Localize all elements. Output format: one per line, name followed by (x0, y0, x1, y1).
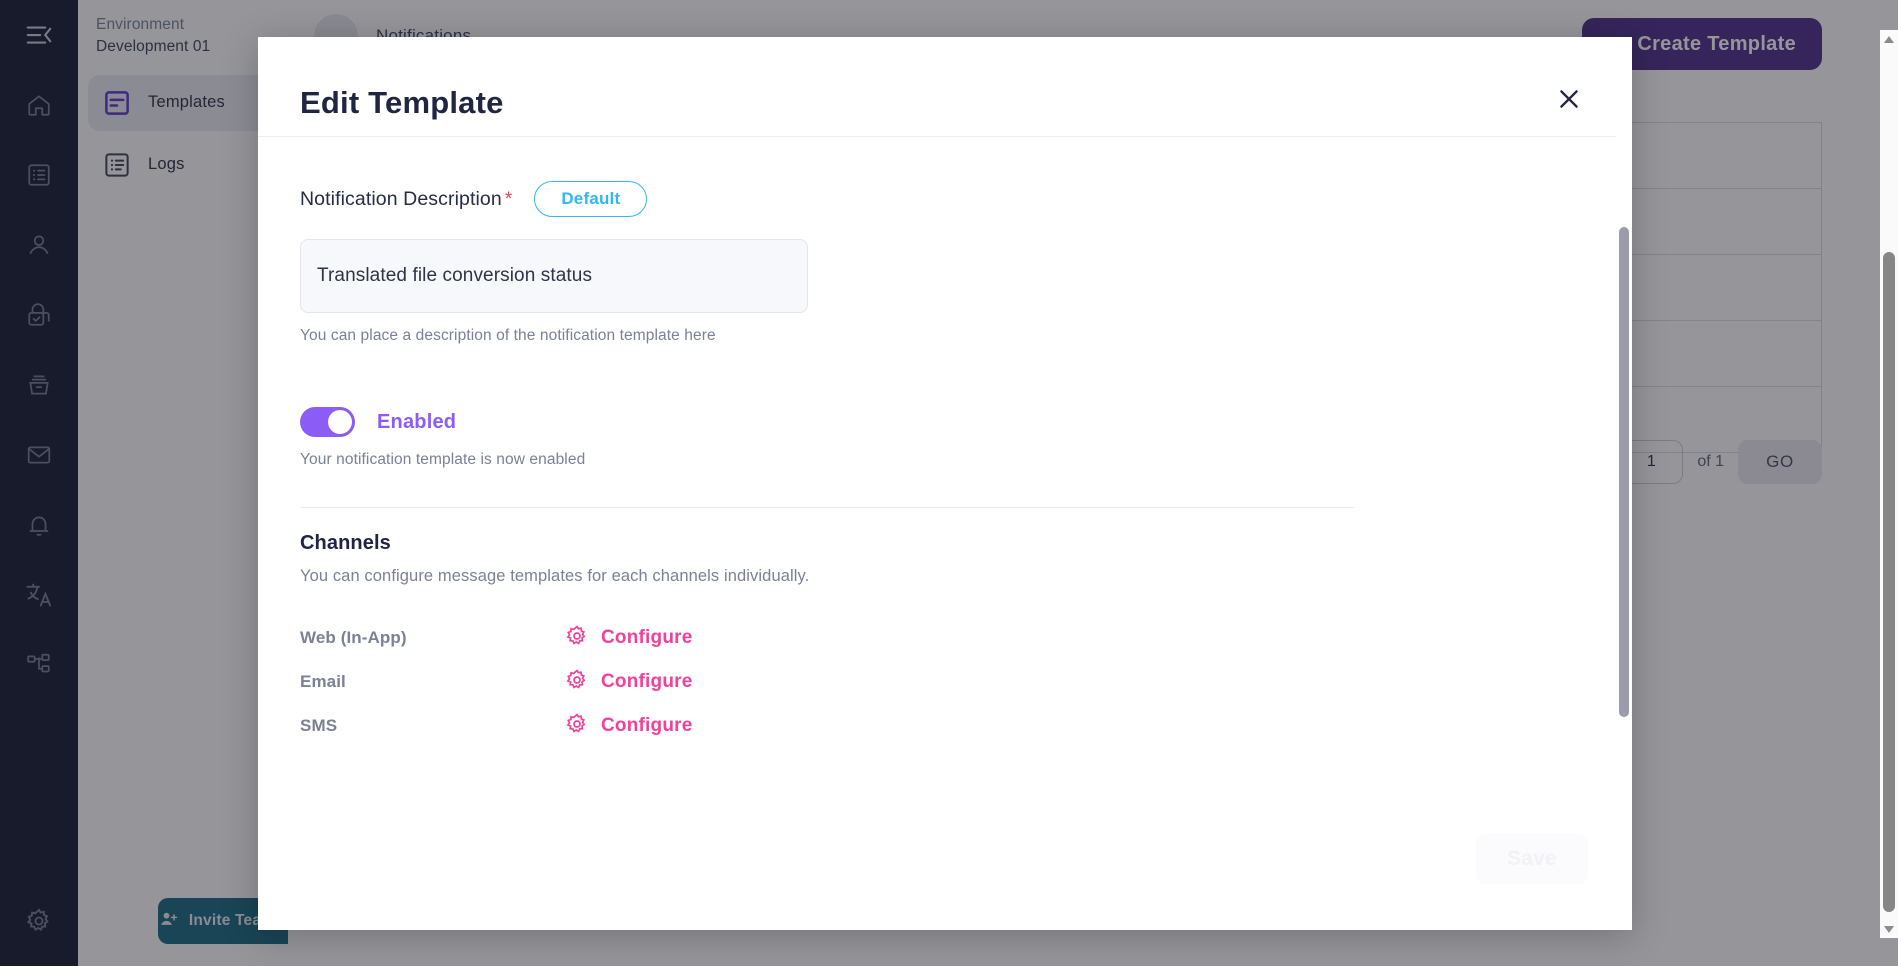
notification-description-label: Notification Description * (300, 188, 512, 211)
modal-body: Notification Description * Default Transl… (258, 137, 1632, 748)
required-marker: * (504, 188, 513, 210)
channel-row: Web (In-App) Configure (300, 616, 1590, 660)
gear-icon (565, 624, 589, 653)
enabled-toggle-helper: Your notification template is now enable… (300, 451, 586, 468)
channel-row: Email Configure (300, 660, 1590, 704)
description-field-row: Notification Description * Default (300, 181, 1590, 217)
enabled-toggle-row: Enabled (300, 407, 1590, 437)
enabled-toggle[interactable] (300, 407, 355, 437)
page-scrollbar-thumb[interactable] (1883, 252, 1895, 912)
enabled-toggle-label: Enabled (377, 410, 457, 433)
notification-description-label-text: Notification Description (300, 187, 502, 210)
channels-description: You can configure message templates for … (300, 567, 810, 585)
channels-list: Web (In-App) Configure Email Configure SMS Co… (300, 616, 1590, 748)
section-divider (300, 507, 1354, 508)
notification-description-input[interactable]: Translated file conversion status (300, 239, 808, 313)
save-button[interactable]: Save (1476, 834, 1588, 884)
app-root: Environment Development 01 Templates Log… (0, 0, 1898, 966)
modal-scrollbar[interactable] (1616, 37, 1632, 930)
gear-icon (565, 668, 589, 697)
channel-row: SMS Configure (300, 704, 1590, 748)
close-icon[interactable] (1552, 82, 1586, 116)
modal-scrollbar-thumb[interactable] (1619, 227, 1629, 717)
default-badge[interactable]: Default (534, 181, 648, 217)
configure-channel-button[interactable]: Configure (565, 668, 693, 697)
configure-channel-button[interactable]: Configure (565, 624, 693, 653)
page-scrollbar[interactable] (1880, 30, 1898, 938)
edit-template-modal: Edit Template Notification Description * … (258, 37, 1632, 930)
modal-title: Edit Template (300, 85, 504, 120)
modal-header: Edit Template (258, 37, 1632, 137)
configure-label: Configure (601, 671, 693, 692)
toggle-knob (328, 410, 352, 434)
gear-icon (565, 712, 589, 741)
channel-name: Email (300, 672, 346, 691)
configure-label: Configure (601, 715, 693, 736)
configure-channel-button[interactable]: Configure (565, 712, 693, 741)
configure-label: Configure (601, 627, 693, 648)
channels-title: Channels (300, 532, 391, 554)
notification-description-helper: You can place a description of the notif… (300, 327, 716, 344)
channel-name: Web (In-App) (300, 628, 407, 647)
scroll-up-arrow-icon[interactable] (1880, 30, 1898, 48)
scroll-down-arrow-icon[interactable] (1880, 920, 1898, 938)
channel-name: SMS (300, 716, 338, 735)
